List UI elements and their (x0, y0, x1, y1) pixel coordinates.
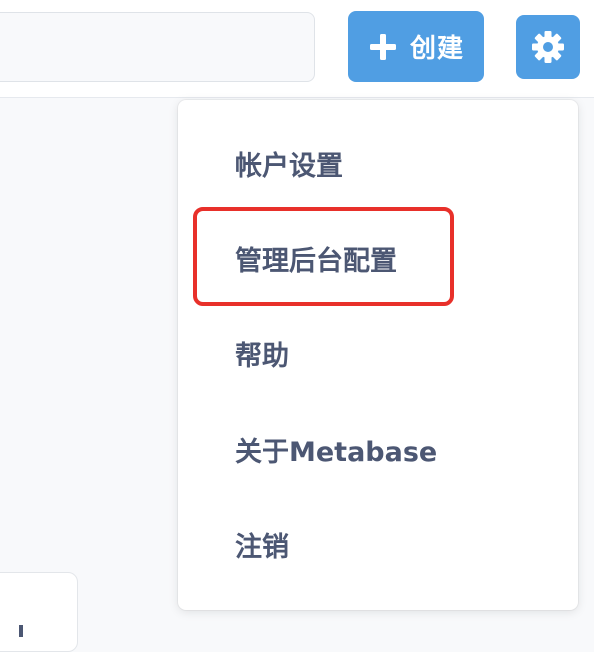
plus-icon (369, 33, 396, 60)
gear-icon (532, 31, 564, 63)
menu-item-sign-out[interactable]: 注销 (235, 534, 289, 561)
search-input[interactable] (0, 12, 315, 82)
content-card (0, 572, 78, 652)
create-button[interactable]: 创建 (348, 11, 484, 82)
create-button-label: 创建 (409, 34, 464, 64)
menu-item-about-metabase[interactable]: 关于Metabase (235, 439, 437, 466)
card-content-fragment (19, 625, 23, 637)
highlight-annotation (193, 207, 454, 306)
top-navigation-bar: 创建 (0, 0, 594, 98)
settings-button[interactable] (516, 15, 580, 79)
settings-dropdown-menu: 帐户设置 管理后台配置 帮助 关于Metabase 注销 (178, 100, 578, 610)
menu-item-account-settings[interactable]: 帐户设置 (235, 153, 343, 180)
menu-item-help[interactable]: 帮助 (235, 343, 289, 370)
